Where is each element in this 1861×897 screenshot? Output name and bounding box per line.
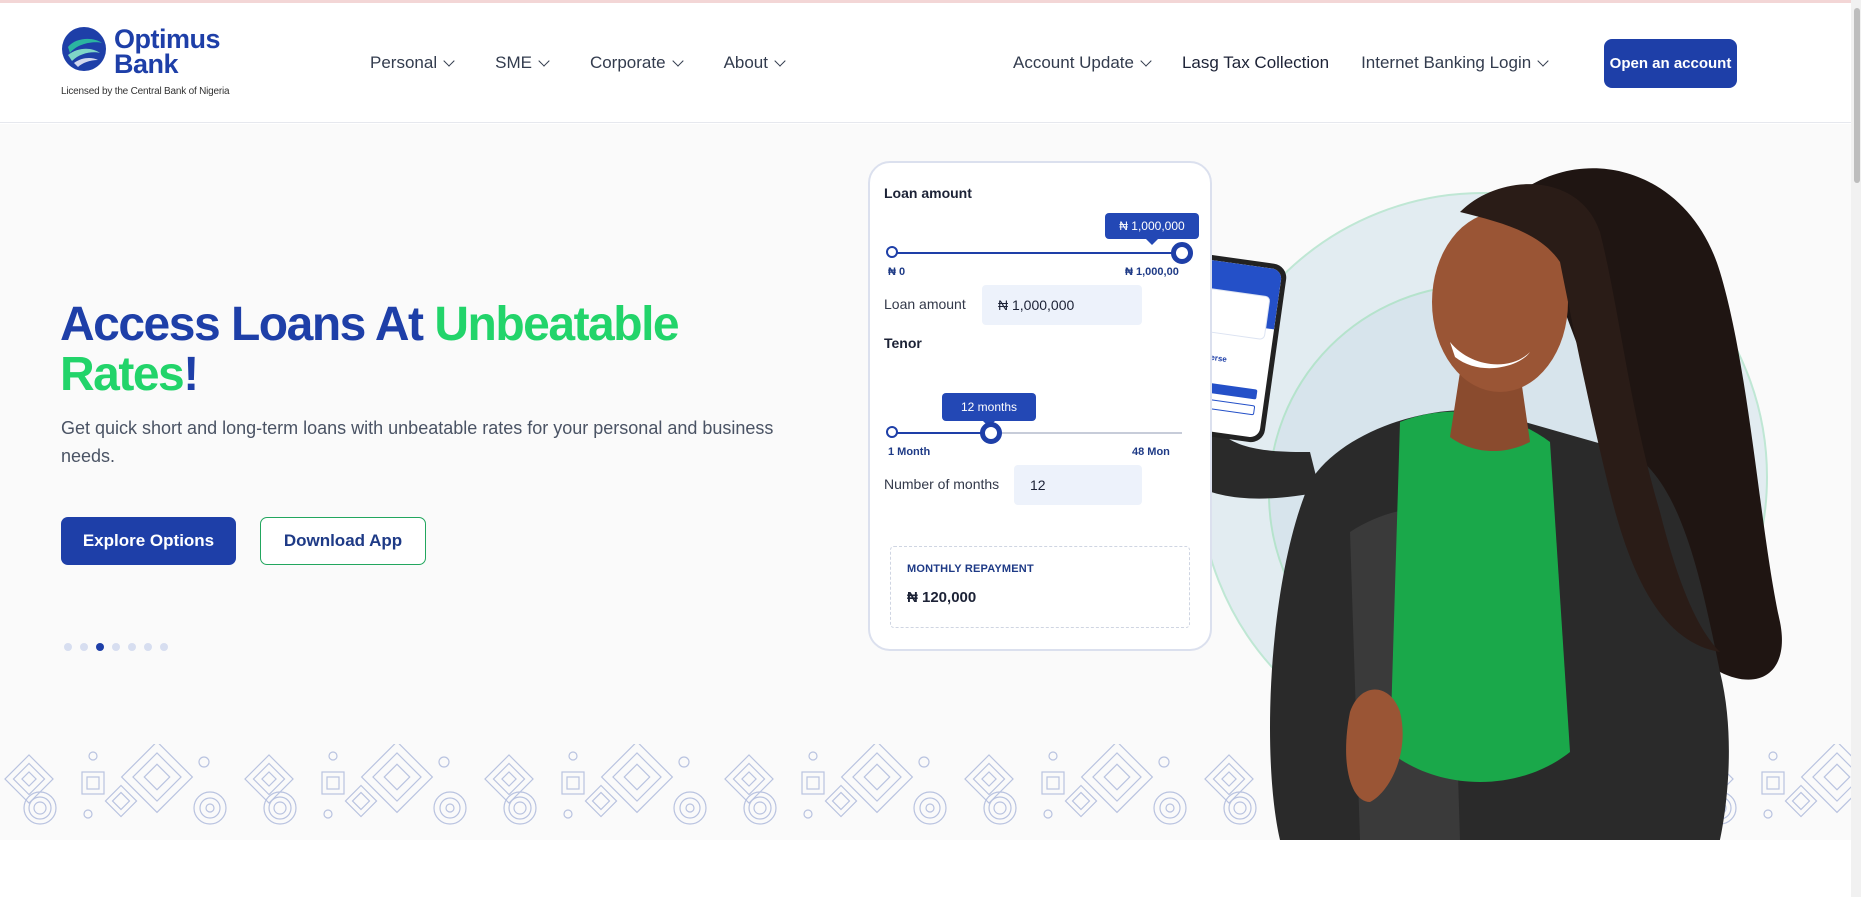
loan-amount-heading: Loan amount <box>884 185 972 201</box>
loan-amount-tooltip: ₦ 1,000,000 <box>1105 213 1199 245</box>
nav-item-corporate[interactable]: Corporate <box>589 53 684 73</box>
tenor-slider-fill <box>892 432 991 434</box>
chevron-down-icon <box>443 55 455 67</box>
nav-item-account-update[interactable]: Account Update <box>1013 53 1152 73</box>
site-header: Optimus Bank Licensed by the Central Ban… <box>0 3 1851 123</box>
loan-amount-input[interactable]: ₦ 1,000,000 <box>982 285 1142 325</box>
loan-slider-track <box>892 252 1182 254</box>
carousel-dot[interactable] <box>64 643 72 651</box>
loan-slider-min-knob <box>886 246 898 258</box>
optimus-logo-icon <box>62 27 106 71</box>
nav-item-sme[interactable]: SME <box>495 53 550 73</box>
loan-max-label: ₦ 1,000,00 <box>1125 266 1179 278</box>
monthly-repayment-box: MONTHLY REPAYMENT ₦ 120,000 <box>890 546 1190 628</box>
open-account-button[interactable]: Open an account <box>1604 39 1737 88</box>
tenor-slider-handle[interactable] <box>979 422 1002 444</box>
repayment-title: MONTHLY REPAYMENT <box>907 563 1034 575</box>
carousel-dot[interactable] <box>128 643 136 651</box>
nav-item-label: Corporate <box>589 53 666 72</box>
download-app-button[interactable]: Download App <box>260 517 426 565</box>
tenor-heading: Tenor <box>884 335 922 351</box>
repayment-value: ₦ 120,000 <box>907 589 977 606</box>
nav-item-personal[interactable]: Personal <box>370 53 455 73</box>
brand-name-line2: Bank <box>114 49 179 79</box>
primary-nav: Personal SME Corporate About <box>370 53 826 73</box>
hero-title: Access Loans At Unbeatable Rates! <box>60 300 760 400</box>
brand-logo[interactable]: Optimus Bank Licensed by the Central Ban… <box>60 25 240 105</box>
chevron-down-icon <box>1140 55 1152 67</box>
chevron-down-icon <box>538 55 550 67</box>
chevron-down-icon <box>774 55 786 67</box>
hero-title-highlight: Rates <box>60 348 185 401</box>
nav-item-label: Internet Banking Login <box>1361 53 1532 72</box>
loan-min-label: ₦ 0 <box>888 266 906 278</box>
carousel-dot[interactable] <box>96 643 104 651</box>
tenor-slider-track <box>990 432 1182 434</box>
nav-item-internet-banking[interactable]: Internet Banking Login <box>1361 53 1549 73</box>
loan-slider-handle[interactable] <box>1171 242 1193 264</box>
carousel-dot[interactable] <box>144 643 152 651</box>
nav-item-label: SME <box>495 53 532 72</box>
nav-item-about[interactable]: About <box>723 53 786 73</box>
loan-calculator-card: Loan amount ₦ 1,000,000 ₦ 0 ₦ 1,000,00 L… <box>868 161 1212 651</box>
chevron-down-icon <box>671 55 684 67</box>
brand-name: Optimus Bank <box>114 26 221 79</box>
hero-title-part: Access Loans At <box>60 298 435 351</box>
tenor-slider-min-knob <box>886 426 898 438</box>
hero-title-highlight: Unbeatable <box>434 298 679 351</box>
carousel-dot[interactable] <box>160 643 168 651</box>
months-input[interactable]: 12 <box>1014 465 1142 505</box>
chevron-down-icon <box>1537 55 1549 67</box>
hero-subtitle: Get quick short and long-term loans with… <box>61 418 774 466</box>
tenor-max-label: 48 Mon <box>1132 446 1170 458</box>
woman-holding-phone-image <box>1174 168 1782 840</box>
hero-title-part: ! <box>183 348 199 401</box>
nav-item-label: About <box>723 53 768 72</box>
tenor-tooltip: 12 months <box>942 393 1036 427</box>
nav-item-label: Account Update <box>1013 53 1134 72</box>
months-field-label: Number of months <box>884 476 1000 492</box>
explore-options-button[interactable]: Explore Options <box>61 517 236 565</box>
loan-amount-field-label: Loan amount <box>884 296 966 312</box>
tenor-min-label: 1 Month <box>888 446 931 458</box>
brand-tagline: Licensed by the Central Bank of Nigeria <box>61 86 230 97</box>
carousel-dots <box>64 643 168 651</box>
nav-item-label: Lasg Tax Collection <box>1181 53 1330 72</box>
scrollbar-thumb[interactable] <box>1854 8 1860 183</box>
carousel-dot[interactable] <box>80 643 88 651</box>
hero-section: Access Loans At Unbeatable Rates! Get qui… <box>0 124 1851 840</box>
secondary-nav: Account Update Lasg Tax Collection Inter… <box>1013 53 1579 73</box>
carousel-dot[interactable] <box>112 643 120 651</box>
nav-item-label: Personal <box>370 53 438 72</box>
page-scrollbar[interactable] <box>1851 0 1861 897</box>
nav-item-lasg-tax[interactable]: Lasg Tax Collection <box>1182 53 1329 73</box>
